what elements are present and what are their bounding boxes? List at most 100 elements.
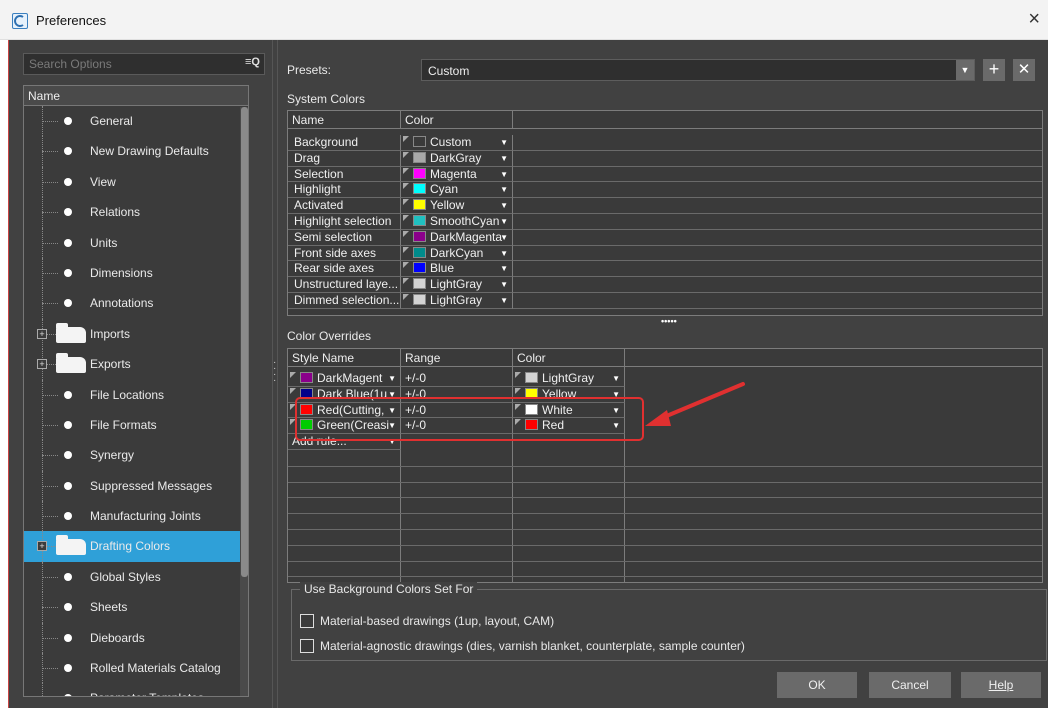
color-dropdown[interactable]: LightGray ▼ [401, 277, 513, 293]
tree-item-label: Sheets [90, 600, 128, 615]
add-preset-button[interactable]: + [983, 59, 1005, 81]
chevron-down-icon[interactable]: ▼ [500, 151, 508, 166]
pane-splitter[interactable]: · · · · [272, 40, 278, 708]
folder-icon [56, 535, 86, 556]
tree-item[interactable]: New Drawing Defaults [24, 136, 248, 167]
delete-preset-button[interactable]: ✕ [1013, 59, 1035, 81]
table-row[interactable]: Background Custom ▼ [288, 135, 1042, 151]
material-based-checkbox[interactable] [300, 614, 314, 628]
grid-line [288, 513, 1042, 515]
chevron-down-icon[interactable]: ▼ [500, 182, 508, 197]
color-swatch [300, 372, 313, 383]
search-input[interactable]: Search Options ≡Q [23, 53, 265, 75]
chevron-down-icon[interactable]: ▼ [500, 167, 508, 182]
chevron-down-icon[interactable]: ▼ [956, 60, 974, 80]
table-row[interactable]: Dimmed selection... LightGray ▼ [288, 293, 1042, 309]
table-row[interactable]: Activated Yellow ▼ [288, 198, 1042, 214]
table-row[interactable]: Selection Magenta ▼ [288, 166, 1042, 183]
tree-item[interactable]: Synergy [24, 440, 248, 471]
table-row[interactable]: Front side axes DarkCyan ▼ [288, 245, 1042, 262]
chevron-down-icon[interactable]: ▼ [388, 371, 396, 386]
style-dropdown[interactable]: DarkMagent ▼ [288, 371, 401, 387]
tree-item[interactable]: Relations [24, 197, 248, 228]
chevron-down-icon[interactable]: ▼ [500, 277, 508, 292]
grid-line [288, 465, 1042, 467]
material-based-label[interactable]: Material-based drawings (1up, layout, CA… [320, 614, 554, 628]
tree-item[interactable]: + Drafting Colors [24, 531, 248, 562]
cancel-button[interactable]: Cancel [869, 672, 951, 698]
table-row[interactable]: Drag DarkGray ▼ [288, 150, 1042, 167]
window-title: Preferences [36, 13, 107, 28]
tree-item[interactable]: Sheets [24, 592, 248, 623]
table-row[interactable]: Highlight selection SmoothCyan ▼ [288, 214, 1042, 230]
tree-item[interactable]: Dimensions [24, 257, 248, 289]
expand-icon[interactable]: + [37, 541, 47, 552]
tree-item[interactable]: File Formats [24, 409, 248, 441]
tree-item[interactable]: General [24, 106, 248, 137]
tree-item[interactable]: Units [24, 227, 248, 258]
material-agnostic-label[interactable]: Material-agnostic drawings (dies, varnis… [320, 639, 745, 653]
material-agnostic-checkbox[interactable] [300, 639, 314, 653]
color-dropdown[interactable]: Cyan ▼ [401, 182, 513, 199]
tree-item[interactable]: View [24, 166, 248, 198]
range-value[interactable]: +/-0 [401, 371, 513, 387]
color-dropdown[interactable]: Custom ▼ [401, 135, 513, 151]
scrollbar-thumb[interactable] [241, 107, 248, 577]
color-name: Unstructured laye... [288, 277, 401, 293]
color-name: Drag [288, 150, 401, 167]
ok-button[interactable]: OK [777, 672, 857, 698]
section-splitter[interactable]: ••••• [661, 316, 677, 326]
chevron-down-icon[interactable]: ▼ [500, 214, 508, 229]
tree-item[interactable]: Suppressed Messages [24, 470, 248, 502]
presets-dropdown[interactable]: Custom ▼ [421, 59, 975, 81]
splitter-grip-icon: · · · · [273, 357, 277, 386]
tree-item[interactable]: + Imports [24, 318, 248, 350]
close-icon[interactable]: × [1028, 9, 1040, 29]
color-dropdown[interactable]: DarkMagenta ▼ [401, 229, 513, 246]
chevron-down-icon[interactable]: ▼ [500, 135, 508, 150]
tree-item[interactable]: Dieboards [24, 622, 248, 654]
color-dropdown[interactable]: Blue ▼ [401, 261, 513, 278]
tree-item[interactable]: Global Styles [24, 561, 248, 593]
column-header-color: Color [513, 349, 625, 367]
search-filter-icon[interactable]: ≡Q [245, 56, 260, 68]
tree-item[interactable]: Parameter Templates [24, 683, 248, 696]
help-button[interactable]: Help [961, 672, 1041, 698]
chevron-down-icon[interactable]: ▼ [500, 261, 508, 276]
color-dropdown[interactable]: LightGray ▼ [401, 293, 513, 309]
expand-icon[interactable]: + [37, 328, 47, 339]
color-name: Highlight [288, 182, 401, 199]
tree-item-label: File Locations [90, 387, 165, 402]
table-row[interactable]: Semi selection DarkMagenta ▼ [288, 229, 1042, 246]
chevron-down-icon[interactable]: ▼ [612, 371, 620, 386]
tree-item[interactable]: Annotations [24, 288, 248, 319]
color-dropdown[interactable]: Yellow ▼ [401, 198, 513, 214]
color-dropdown[interactable]: DarkCyan ▼ [401, 245, 513, 262]
tree-scrollbar[interactable] [240, 107, 248, 696]
color-dropdown[interactable]: LightGray ▼ [513, 371, 625, 387]
table-row[interactable]: Rear side axes Blue ▼ [288, 261, 1042, 278]
tree-item[interactable]: Rolled Materials Catalog [24, 653, 248, 684]
color-swatch [413, 230, 426, 242]
table-row[interactable]: Highlight Cyan ▼ [288, 182, 1042, 199]
tree-item-label: Suppressed Messages [90, 478, 213, 493]
chevron-down-icon[interactable]: ▼ [500, 230, 508, 245]
table-row[interactable]: Unstructured laye... LightGray ▼ [288, 277, 1042, 293]
tree-item[interactable]: + Exports [24, 349, 248, 380]
chevron-down-icon[interactable]: ▼ [500, 198, 508, 213]
color-dropdown[interactable]: Magenta ▼ [401, 166, 513, 183]
color-dropdown[interactable]: DarkGray ▼ [401, 150, 513, 167]
column-header-blank [625, 349, 1042, 367]
color-value: Magenta [430, 166, 477, 181]
expand-icon[interactable]: + [37, 359, 47, 370]
tree-header: Name [24, 86, 248, 106]
color-name: Activated [288, 198, 401, 214]
grid-line [288, 481, 1042, 483]
chevron-down-icon[interactable]: ▼ [500, 246, 508, 261]
color-value: LightGray [542, 371, 595, 385]
chevron-down-icon[interactable]: ▼ [500, 293, 508, 308]
color-dropdown[interactable]: SmoothCyan ▼ [401, 214, 513, 230]
tree-item[interactable]: File Locations [24, 379, 248, 410]
grid-line [288, 497, 1042, 499]
tree-item[interactable]: Manufacturing Joints [24, 501, 248, 532]
